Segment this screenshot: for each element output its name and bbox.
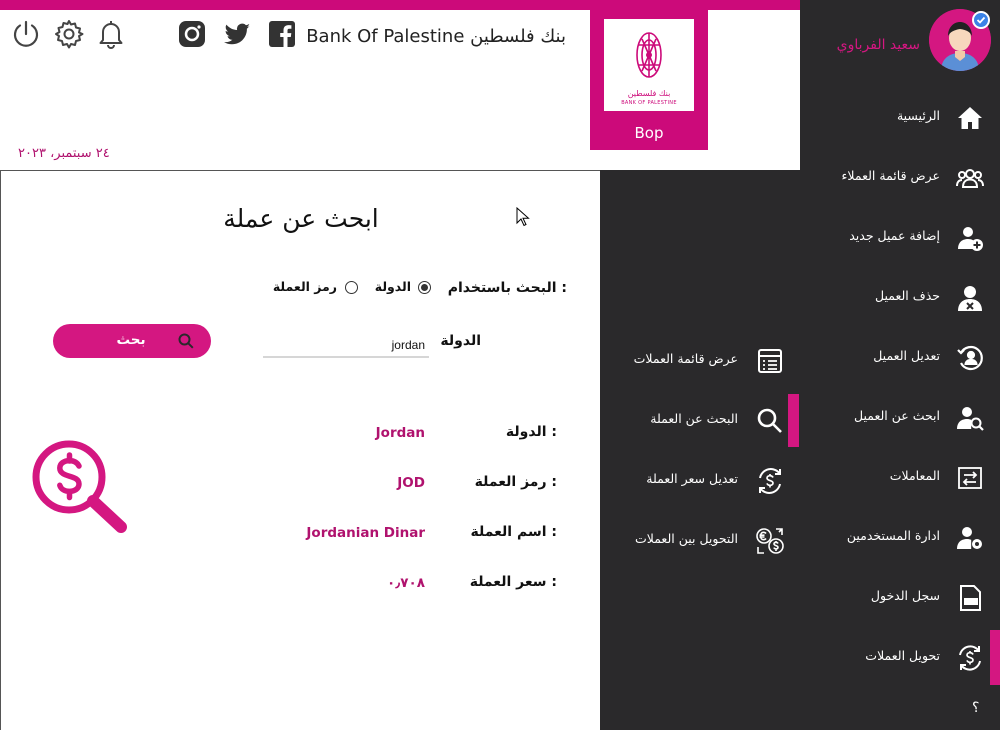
sidebar-item-label: ابحث عن العميل (854, 408, 940, 423)
help-icon[interactable]: ؟ (972, 700, 979, 716)
sidebar-item-label: عرض قائمة العملاء (841, 168, 940, 183)
search-user-icon (956, 404, 984, 432)
sidebar-item-edit-customer[interactable]: تعديل العميل (800, 328, 1000, 388)
main-panel: ابحث عن عملة البحث باستخدام : الدولة رمز… (0, 170, 600, 730)
sidebar-item-currency-exchange[interactable]: تحويل العملات (800, 628, 1000, 688)
subnav-item-convert[interactable]: التحويل بين العملات (600, 512, 800, 568)
bank-logo: بنك فلسطين BANK OF PALESTINE Bop (590, 10, 708, 150)
sidebar-item-add-customer[interactable]: إضافة عميل جديد (800, 208, 1000, 268)
subnav-item-label: البحث عن العملة (650, 411, 738, 426)
result-rate-value: ٠٫٧٠٨ (386, 575, 425, 591)
country-input[interactable] (263, 334, 429, 358)
search-by-label: البحث باستخدام : (447, 280, 567, 296)
sidebar-item-label: سجل الدخول (870, 588, 940, 603)
sidebar-item-label: المعاملات (889, 468, 940, 483)
subnav-item-currency-search[interactable]: البحث عن العملة (600, 392, 800, 448)
verified-badge-icon (972, 11, 990, 29)
sidebar-item-label: إضافة عميل جديد (849, 228, 940, 243)
country-field-label: الدولة (440, 333, 481, 349)
sidebar-item-label: حذف العميل (875, 288, 940, 303)
search-icon (177, 332, 195, 350)
currency-exchange-icon (956, 644, 984, 672)
add-user-icon (956, 224, 984, 252)
logo-english-text: BANK OF PALESTINE (621, 100, 677, 106)
sidebar-item-transactions[interactable]: المعاملات (800, 448, 1000, 508)
manage-users-icon (956, 524, 984, 552)
sidebar-active-indicator (990, 630, 1000, 685)
sidebar-item-manage-users[interactable]: ادارة المستخدمين (800, 508, 1000, 568)
transactions-icon (956, 464, 984, 492)
result-country-label: الدولة : (505, 424, 557, 440)
subnav-item-currency-list[interactable]: عرض قائمة العملات (600, 332, 800, 388)
currency-convert-icon (754, 525, 786, 557)
instagram-icon[interactable] (176, 18, 208, 50)
current-date: ٢٤ سبتمبر، ٢٠٢٣ (18, 146, 110, 161)
subnav-item-label: التحويل بين العملات (634, 531, 738, 546)
sidebar-item-label: تحويل العملات (865, 648, 940, 663)
top-accent-bar (0, 0, 800, 10)
result-rate-label: سعر العملة : (469, 574, 557, 590)
search-button-label: بحث (116, 332, 146, 348)
sidebar-item-label: تعديل العميل (873, 348, 940, 363)
sidebar-item-home[interactable]: الرئيسية (800, 88, 1000, 148)
bank-logo-image: بنك فلسطين BANK OF PALESTINE (604, 19, 694, 111)
logo-arabic-text: بنك فلسطين (627, 89, 671, 98)
edit-user-icon (956, 344, 984, 372)
radio-code-label: رمز العملة (272, 279, 337, 294)
search-button[interactable]: بحث (53, 324, 211, 358)
subnav-item-label: عرض قائمة العملات (633, 351, 738, 366)
result-code-value: JOD (397, 475, 425, 491)
home-icon (956, 104, 984, 132)
currency-search-icon (31, 439, 131, 535)
currency-refresh-icon (754, 465, 786, 497)
result-name-value: Jordanian Dinar (306, 525, 425, 541)
power-icon[interactable] (10, 18, 42, 50)
search-icon (754, 405, 786, 437)
log-icon (956, 584, 984, 612)
sidebar-item-search-customer[interactable]: ابحث عن العميل (800, 388, 1000, 448)
header: Bank Of Palestine بنك فلسطين ٢٤ سبتمبر، … (0, 0, 800, 170)
delete-user-icon (956, 284, 984, 312)
radio-country-label: الدولة (374, 279, 411, 294)
users-icon (956, 164, 984, 192)
sidebar-item-customers-list[interactable]: عرض قائمة العملاء (800, 148, 1000, 208)
radio-search-by-country[interactable] (418, 281, 431, 294)
radio-search-by-code[interactable] (345, 281, 358, 294)
page-title: ابحث عن عملة (223, 204, 379, 233)
sidebar-item-label: الرئيسية (896, 108, 940, 123)
user-name[interactable]: سعيد الفرباوي (800, 37, 920, 53)
sidebar-item-label: ادارة المستخدمين (846, 528, 940, 543)
bell-icon[interactable] (95, 18, 127, 50)
sidebar-item-login-log[interactable]: سجل الدخول (800, 568, 1000, 628)
result-name-label: اسم العملة : (470, 524, 557, 540)
gear-icon[interactable] (53, 18, 85, 50)
subnav-item-label: تعديل سعر العملة (646, 471, 738, 486)
currency-subnav: عرض قائمة العملات البحث عن العملة تعديل … (600, 170, 800, 730)
subnav-item-edit-rate[interactable]: تعديل سعر العملة (600, 452, 800, 508)
result-code-label: رمز العملة : (474, 474, 557, 490)
subnav-active-indicator (788, 394, 799, 447)
facebook-icon[interactable] (266, 18, 298, 50)
bank-title: Bank Of Palestine بنك فلسطين (306, 26, 566, 47)
result-country-value: Jordan (375, 425, 425, 441)
twitter-icon[interactable] (221, 18, 253, 50)
mouse-cursor-icon (516, 206, 530, 227)
sidebar-item-delete-customer[interactable]: حذف العميل (800, 268, 1000, 328)
logo-caption: Bop (634, 124, 664, 142)
main-sidebar: سعيد الفرباوي الرئيسية عرض قائمة العملاء (800, 0, 1000, 730)
list-icon (754, 345, 786, 377)
